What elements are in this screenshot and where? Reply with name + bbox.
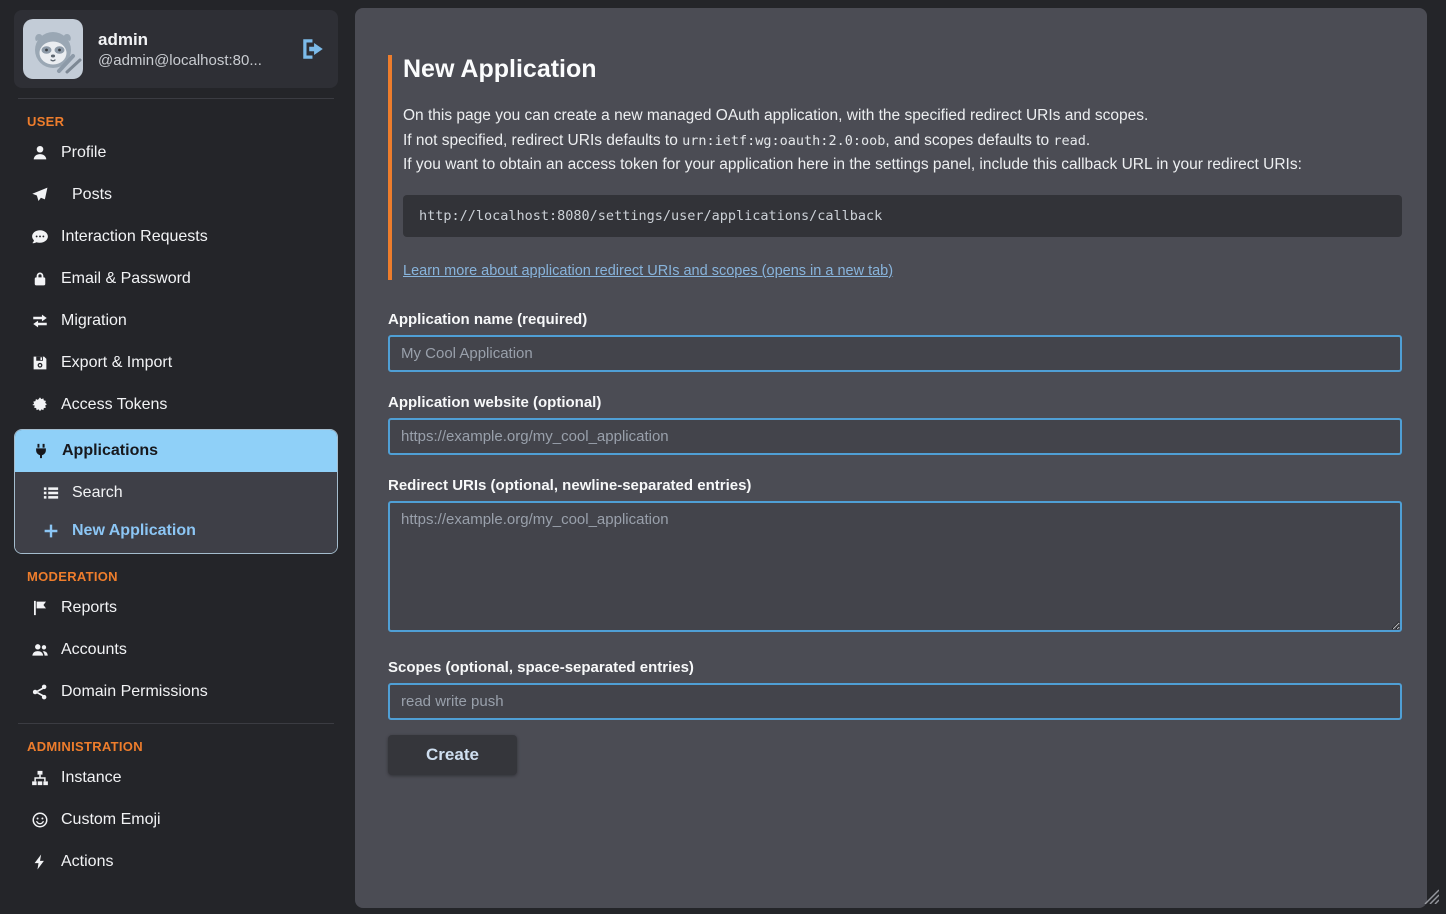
content-panel: New Application On this page you can cre… xyxy=(355,8,1427,908)
sidebar-item-instance[interactable]: Instance xyxy=(14,757,338,799)
sidebar-item-label: Profile xyxy=(61,144,106,162)
resize-grip[interactable] xyxy=(1419,888,1439,909)
certificate-icon xyxy=(30,396,50,414)
sidebar-item-search[interactable]: Search xyxy=(15,474,337,512)
sidebar-item-label: Interaction Requests xyxy=(61,228,208,246)
sidebar-item-label: Applications xyxy=(62,442,158,460)
bolt-icon xyxy=(30,853,50,871)
sidebar-item-label: Posts xyxy=(72,186,112,204)
sidebar-item-domain-permissions[interactable]: Domain Permissions xyxy=(14,671,338,713)
application-website-input[interactable] xyxy=(388,418,1402,455)
page-title: New Application xyxy=(403,55,1402,84)
sidebar-item-new-application[interactable]: New Application xyxy=(15,512,337,550)
sidebar-item-reports[interactable]: Reports xyxy=(14,587,338,629)
create-button[interactable]: Create xyxy=(388,735,517,775)
sidebar-item-email-password[interactable]: Email & Password xyxy=(14,258,338,300)
description-line1: On this page you can create a new manage… xyxy=(403,107,1148,124)
application-name-input[interactable] xyxy=(388,335,1402,372)
new-application-form: Application name (required) Application … xyxy=(388,311,1402,775)
sidebar-item-label: Actions xyxy=(61,853,113,871)
plug-icon xyxy=(31,442,51,460)
sidebar-item-label: Custom Emoji xyxy=(61,811,161,829)
redirect-uris-label: Redirect URIs (optional, newline-separat… xyxy=(388,477,1402,494)
redirect-uris-field: Redirect URIs (optional, newline-separat… xyxy=(388,477,1402,637)
scopes-input[interactable] xyxy=(388,683,1402,720)
application-website-field: Application website (optional) xyxy=(388,394,1402,455)
sidebar-item-custom-emoji[interactable]: Custom Emoji xyxy=(14,799,338,841)
plus-icon xyxy=(41,522,61,540)
application-name-field: Application name (required) xyxy=(388,311,1402,372)
user-meta: admin @admin@localhost:80... xyxy=(98,29,262,68)
section-label-user: USER xyxy=(27,114,338,129)
user-handle: @admin@localhost:80... xyxy=(98,52,262,69)
sidebar-item-label: Access Tokens xyxy=(61,396,167,414)
description-line3: If you want to obtain an access token fo… xyxy=(403,156,1302,173)
sidebar-item-label: New Application xyxy=(72,522,196,540)
share-nodes-icon xyxy=(30,683,50,701)
sidebar-item-posts[interactable]: Posts xyxy=(14,174,338,216)
sidebar-item-label: Reports xyxy=(61,599,117,617)
user-icon xyxy=(30,144,50,162)
section-label-administration: ADMINISTRATION xyxy=(27,739,338,754)
section-label-moderation: MODERATION xyxy=(27,569,338,584)
smile-icon xyxy=(30,811,50,829)
scopes-label: Scopes (optional, space-separated entrie… xyxy=(388,659,1402,676)
user-name: admin xyxy=(98,29,262,51)
scopes-field: Scopes (optional, space-separated entrie… xyxy=(388,659,1402,720)
learn-more-link[interactable]: Learn more about application redirect UR… xyxy=(403,263,893,279)
sidebar-item-label: Accounts xyxy=(61,641,127,659)
flag-icon xyxy=(30,599,50,617)
applications-group: Applications Search New Application xyxy=(14,429,338,554)
page-description: On this page you can create a new manage… xyxy=(403,104,1402,178)
sidebar-item-access-tokens[interactable]: Access Tokens xyxy=(14,384,338,426)
sidebar-item-actions[interactable]: Actions xyxy=(14,841,338,883)
sidebar-item-applications[interactable]: Applications xyxy=(15,430,337,472)
sidebar-item-migration[interactable]: Migration xyxy=(14,300,338,342)
sidebar-item-export-import[interactable]: Export & Import xyxy=(14,342,338,384)
application-name-label: Application name (required) xyxy=(388,311,1402,328)
sidebar-item-label: Domain Permissions xyxy=(61,683,208,701)
sidebar-divider xyxy=(18,723,334,724)
comment-dots-icon xyxy=(30,228,50,246)
sidebar-item-accounts[interactable]: Accounts xyxy=(14,629,338,671)
floppy-disk-icon xyxy=(30,354,50,372)
redirect-uris-textarea[interactable] xyxy=(388,501,1402,632)
applications-submenu: Search New Application xyxy=(15,472,337,553)
sidebar-item-label: Email & Password xyxy=(61,270,191,288)
read-code: read xyxy=(1053,133,1086,149)
main-region: New Application On this page you can cre… xyxy=(355,0,1446,914)
logout-icon[interactable] xyxy=(300,36,326,62)
page-header: New Application On this page you can cre… xyxy=(388,55,1402,280)
users-icon xyxy=(30,641,50,659)
sitemap-icon xyxy=(30,769,50,787)
sidebar-divider xyxy=(18,98,334,99)
sidebar-item-label: Search xyxy=(72,484,123,502)
lock-icon xyxy=(30,270,50,288)
sidebar-item-profile[interactable]: Profile xyxy=(14,132,338,174)
description-line2: If not specified, redirect URIs defaults… xyxy=(403,132,1090,149)
application-website-label: Application website (optional) xyxy=(388,394,1402,411)
avatar xyxy=(23,19,83,79)
sidebar-item-label: Migration xyxy=(61,312,127,330)
callback-url-box[interactable]: http://localhost:8080/settings/user/appl… xyxy=(403,195,1402,237)
settings-sidebar: admin @admin@localhost:80... USER Profil… xyxy=(0,0,355,914)
sidebar-item-interaction-requests[interactable]: Interaction Requests xyxy=(14,216,338,258)
paper-plane-icon xyxy=(30,186,50,204)
user-card[interactable]: admin @admin@localhost:80... xyxy=(14,10,338,88)
list-icon xyxy=(41,484,61,502)
sidebar-item-label: Export & Import xyxy=(61,354,172,372)
sidebar-item-label: Instance xyxy=(61,769,121,787)
oob-code: urn:ietf:wg:oauth:2.0:oob xyxy=(682,133,885,149)
arrows-right-left-icon xyxy=(30,312,50,330)
